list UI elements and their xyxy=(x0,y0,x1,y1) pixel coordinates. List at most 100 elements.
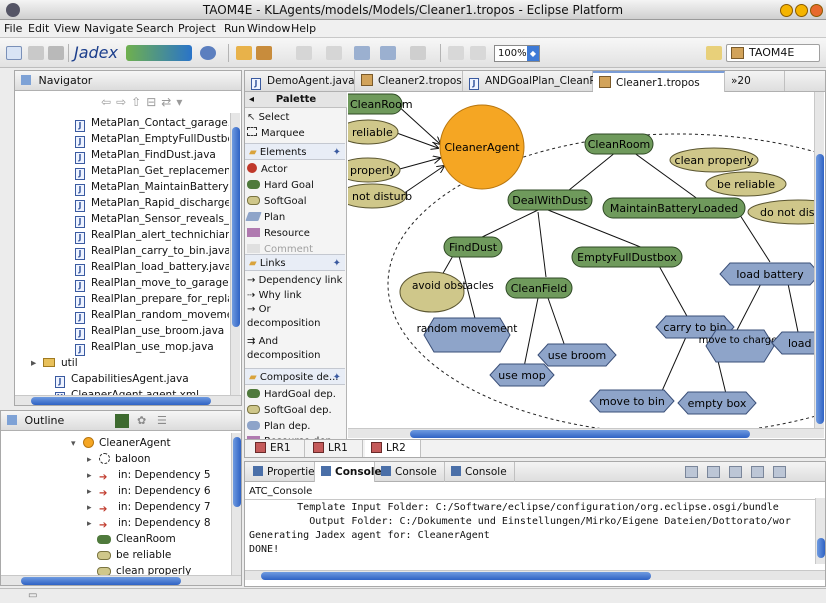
nav-icon[interactable] xyxy=(296,46,312,60)
outline-item[interactable]: CleanRoom xyxy=(97,531,176,547)
diagram-vscroll-thumb[interactable] xyxy=(816,154,824,424)
navigator-item[interactable]: JMetaPlan_Sensor_reveals_obj_in xyxy=(75,211,229,228)
palette-links-section[interactable]: ▰ Links ✦ xyxy=(245,254,345,271)
open-perspective-icon[interactable] xyxy=(706,46,722,60)
menu-edit[interactable]: Edit xyxy=(28,22,49,35)
open-folder-icon[interactable] xyxy=(236,46,252,60)
outline-filter-icon[interactable]: ✿ xyxy=(137,414,151,428)
outline-tree-icon[interactable]: ☰ xyxy=(157,414,171,428)
palette-elements-section[interactable]: ▰ Elements ✦ xyxy=(245,143,345,160)
nav-icon-2[interactable] xyxy=(326,46,342,60)
palette-or-decomposition[interactable]: → Or decomposition xyxy=(247,303,343,333)
palette-why-link[interactable]: ⇢ Why link xyxy=(247,288,302,303)
expand-icon[interactable]: ▸ xyxy=(87,468,99,484)
diagram-canvas[interactable]: CleanerAgent CleanRoom reliable properly… xyxy=(348,92,814,428)
pen-icon[interactable] xyxy=(256,46,272,60)
menu-view[interactable]: View xyxy=(54,22,80,35)
close-icon[interactable] xyxy=(810,4,823,17)
outline-item[interactable]: ▸ ➔ in: Dependency 6 xyxy=(87,483,211,499)
diagram-vscroll[interactable] xyxy=(814,92,824,428)
jadex-button[interactable]: Jadex xyxy=(74,43,118,62)
console-pin-icon[interactable] xyxy=(729,466,742,478)
outline-item[interactable]: ▸ baloon xyxy=(87,451,151,467)
menu-project[interactable]: Project xyxy=(178,22,216,35)
outline-vscroll-thumb[interactable] xyxy=(233,437,241,507)
editor-tab[interactable]: J ANDGoalPlan_CleanRoo xyxy=(463,71,609,91)
console-output[interactable]: Template Input Folder: C:/Software/eclip… xyxy=(245,502,815,564)
navigator-item[interactable]: J RealPlan_use_broom.java xyxy=(75,323,224,340)
new-icon[interactable] xyxy=(6,46,22,60)
fast-view-icon[interactable]: ▭ xyxy=(28,590,37,601)
navigator-item[interactable]: JRealPlan_random_movement.java xyxy=(75,307,229,324)
expand-icon[interactable]: ▸ xyxy=(87,484,99,500)
console-vscroll-thumb[interactable] xyxy=(817,538,825,558)
expand-icon[interactable]: ▸ xyxy=(87,452,99,468)
navigator-vscroll-thumb[interactable] xyxy=(232,127,240,327)
palette-softgoal-dep[interactable]: SoftGoal dep. xyxy=(247,403,332,418)
up-icon[interactable]: ⇧ xyxy=(131,95,146,109)
palette-hardgoal[interactable]: Hard Goal xyxy=(247,178,314,193)
palette-and-decomposition[interactable]: ⇉ And decomposition xyxy=(247,335,343,365)
console-vscroll[interactable] xyxy=(815,498,825,564)
outline-item[interactable]: ▸ ➔ in: Dependency 5 xyxy=(87,467,211,483)
outline-view-icon[interactable] xyxy=(115,414,129,428)
navigator-hscroll[interactable] xyxy=(15,395,241,405)
console-tab[interactable]: Console xyxy=(445,462,515,482)
navigator-item[interactable]: J MetaPlan_FindDust.java xyxy=(75,147,216,164)
menu-window[interactable]: Window xyxy=(247,22,290,35)
print-icon[interactable] xyxy=(48,46,64,60)
palette-softgoal[interactable]: SoftGoal xyxy=(247,194,307,209)
expand-icon[interactable]: ▸ xyxy=(87,500,99,516)
palette-hardgoal-dep[interactable]: HardGoal dep. xyxy=(247,387,336,402)
navigator-item[interactable]: JRealPlan_prepare_for_replaceme xyxy=(75,291,229,308)
console-clear-icon[interactable] xyxy=(685,466,698,478)
diagram-hscroll-thumb[interactable] xyxy=(410,430,750,438)
navigator-item[interactable]: JRealPlan_move_to_garage.java xyxy=(75,275,229,292)
back-dropdown-icon[interactable] xyxy=(380,46,396,60)
outline-hscroll[interactable] xyxy=(1,575,241,585)
tool-icon-a[interactable] xyxy=(448,46,464,60)
palette-plan-dep[interactable]: Plan dep. xyxy=(247,419,310,434)
minimize-icon[interactable] xyxy=(780,4,793,17)
console-lock-icon[interactable] xyxy=(707,466,720,478)
softgoal-avoid-obstacles[interactable] xyxy=(399,271,465,313)
navigator-item[interactable]: JMetaPlan_EmptyFullDustbox.java xyxy=(75,131,229,148)
zoom-combo[interactable]: 100% ◆ xyxy=(494,45,540,62)
palette-plan[interactable]: Plan xyxy=(245,210,285,225)
perspective-taom4e[interactable]: TAOM4E xyxy=(726,44,820,62)
outline-item[interactable]: ▸ ➔ in: Dependency 8 xyxy=(87,515,211,531)
navigator-hscroll-thumb[interactable] xyxy=(31,397,211,405)
tool-icon-b[interactable] xyxy=(470,46,486,60)
diagram-tab[interactable]: ER1 xyxy=(249,440,305,457)
outline-item[interactable]: be reliable xyxy=(97,547,171,563)
navigator-item[interactable]: JMetaPlan_Get_replacement.java xyxy=(75,163,229,180)
console-tab[interactable]: Console xyxy=(315,462,382,482)
navigator-item[interactable]: J RealPlan_carry_to_bin.java xyxy=(75,243,229,260)
menu-help[interactable]: Help xyxy=(291,22,316,35)
navigator-item[interactable]: JRealPlan_alert_technichian.java xyxy=(75,227,229,244)
menu-icon[interactable]: ▾ xyxy=(176,95,187,109)
editor-tab[interactable]: J DemoAgent.java xyxy=(245,71,355,91)
diagram-hscroll[interactable] xyxy=(348,428,824,438)
pin-icon[interactable]: ✦ xyxy=(333,369,341,386)
forward-arrow-icon[interactable]: ⇨ xyxy=(116,95,131,109)
save-icon[interactable] xyxy=(28,46,44,60)
diagram-tab[interactable]: LR1 xyxy=(307,440,363,457)
navigator-item[interactable]: J RealPlan_load_battery.java xyxy=(75,259,229,276)
forward-icon[interactable] xyxy=(410,46,426,60)
menu-run[interactable]: Run xyxy=(224,22,245,35)
outline-item[interactable]: ▸ ➔ in: Dependency 7 xyxy=(87,499,211,515)
outline-hscroll-thumb[interactable] xyxy=(21,577,181,585)
navigator-item[interactable]: XCleanerAgent.agent.xml xyxy=(55,387,199,395)
navigator-item[interactable]: J RealPlan_use_mop.java xyxy=(75,339,214,356)
pin-icon[interactable]: ✦ xyxy=(333,255,341,272)
palette-resource[interactable]: Resource xyxy=(247,226,310,241)
palette-select[interactable]: ↖ Select xyxy=(247,110,289,125)
navigator-item[interactable]: JMetaPlan_Contact_garage.java xyxy=(75,115,229,132)
run-debug-icon[interactable] xyxy=(200,46,216,60)
link-icon[interactable]: ⇄ xyxy=(161,95,176,109)
palette-dependency-link[interactable]: → Dependency link xyxy=(247,273,342,288)
palette-collapse-icon[interactable]: ◂ xyxy=(249,92,254,108)
console-hscroll-thumb[interactable] xyxy=(261,572,651,580)
outline-item[interactable]: ▾ CleanerAgent xyxy=(71,435,171,451)
